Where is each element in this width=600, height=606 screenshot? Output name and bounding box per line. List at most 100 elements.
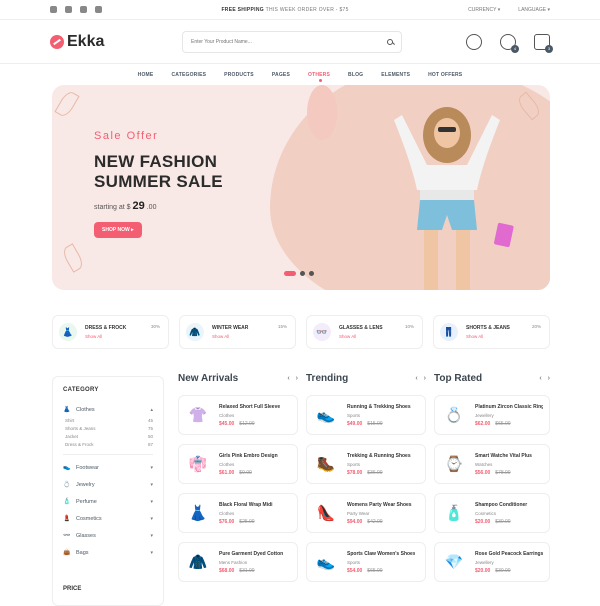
product-name[interactable]: Girls Pink Embro Design (219, 453, 287, 459)
product-card[interactable]: 💍 Platinum Zircon Classic Ring Jewellery $6… (434, 395, 550, 435)
product-old-price: $15.00 (367, 420, 383, 427)
hero-title-line2: SUMMER SALE (94, 172, 223, 191)
currency-select[interactable]: CURRENCY ▾ (468, 7, 500, 13)
chevron-down-icon[interactable]: ▾ (150, 533, 153, 539)
sidebar-item-cosmetics[interactable]: 💄 Cosmetics ▾ (63, 510, 153, 527)
category-card[interactable]: 👗 DRESS & FROCK Show All 30% (52, 315, 169, 349)
sidebar-item-footwear[interactable]: 👟 Footwear ▾ (63, 459, 153, 476)
chevron-up-icon[interactable]: ▴ (150, 407, 153, 413)
product-category: Watches (475, 461, 493, 467)
shirt-icon: 👚 (188, 407, 208, 424)
product-price: $76.00 (219, 518, 235, 525)
slider-dot[interactable] (300, 271, 305, 276)
sidebar-subitem[interactable]: Shorts & Jeans 75 (63, 426, 153, 434)
product-card[interactable]: 👠 Womens Party Wear Shoes Party Wear $94.00… (306, 493, 426, 533)
subitem-label: Shorts & Jeans (65, 426, 96, 431)
chevron-left-icon[interactable]: ‹ (415, 375, 417, 382)
language-select[interactable]: LANGUAGE ▾ (518, 7, 550, 13)
product-card[interactable]: 🧥 Pure Garment Dyed Cotton Mens Fashion $68… (178, 542, 298, 582)
twitter-icon[interactable] (65, 6, 72, 13)
nav-blog[interactable]: BLOG (348, 72, 363, 78)
jeans-icon: 👖 (440, 323, 458, 341)
sidebar-subitem[interactable]: Dress & Frock 87 (63, 442, 153, 450)
ring-icon: 💍 (63, 482, 71, 488)
product-card[interactable]: 👚 Relaxed Short Full Sleeve Clothes $45.00 $… (178, 395, 298, 435)
chevron-left-icon[interactable]: ‹ (539, 375, 541, 382)
product-name[interactable]: Relaxed Short Full Sleeve (219, 404, 287, 410)
product-category: Jewellery (475, 559, 494, 565)
category-card[interactable]: 🧥 WINTER WEAR Show All 15% (179, 315, 296, 349)
product-card[interactable]: 🧴 Shampoo Conditioner Cosmetics $20.00 $30.0… (434, 493, 550, 533)
column-title: Top Rated (434, 372, 483, 384)
search-input[interactable] (191, 38, 371, 45)
cart-icon[interactable]: 3 (534, 33, 553, 53)
product-card[interactable]: 🥾 Trekking & Running Shoes Sports $78.00 $36… (306, 444, 426, 484)
nav-others[interactable]: OTHERS (308, 72, 330, 82)
price-heading: PRICE (63, 586, 82, 592)
product-name[interactable]: Smart Watche Vital Plus (475, 453, 543, 459)
nav-hot-offers[interactable]: HOT OFFERS (428, 72, 462, 78)
slider-dot[interactable] (309, 271, 314, 276)
category-card[interactable]: 👖 SHORTS & JEANS Show All 20% (433, 315, 550, 349)
user-icon[interactable] (466, 33, 482, 50)
product-category: Sports (347, 461, 361, 467)
facebook-icon[interactable] (50, 6, 57, 13)
product-name[interactable]: Platinum Zircon Classic Ring (475, 404, 543, 410)
sidebar-item-perfume[interactable]: 🧴 Perfume ▾ (63, 493, 153, 510)
chevron-down-icon[interactable]: ▾ (150, 516, 153, 522)
product-name[interactable]: Black Floral Wrap Midi (219, 502, 287, 508)
search-icon[interactable] (387, 38, 393, 45)
product-card[interactable]: 👘 Girls Pink Embro Design Clothes $61.00 $9.… (178, 444, 298, 484)
nav-home[interactable]: HOME (138, 72, 154, 78)
product-name[interactable]: Trekking & Running Shoes (347, 453, 415, 459)
nav-elements[interactable]: ELEMENTS (381, 72, 410, 78)
sidebar-subitem[interactable]: Shirt 45 (63, 418, 153, 426)
nav-products[interactable]: PRODUCTS (224, 72, 254, 78)
category-title: SHORTS & JEANS (466, 325, 510, 331)
sidebar-item-bags[interactable]: 👜 Bags ▾ (63, 544, 153, 561)
product-card[interactable]: 👗 Black Floral Wrap Midi Clothes $76.00 $25.… (178, 493, 298, 533)
shop-now-button[interactable]: SHOP NOW ▸ (94, 222, 142, 238)
search-bar (182, 30, 402, 53)
category-show-all[interactable]: Show All (212, 334, 248, 339)
category-cards: 👗 DRESS & FROCK Show All 30% 🧥 WINTER WE… (52, 315, 550, 349)
product-name[interactable]: Running & Trekking Shoes (347, 404, 415, 410)
product-card[interactable]: ⌚ Smart Watche Vital Plus Watches $56.00 $78… (434, 444, 550, 484)
sidebar-subitem[interactable]: Jacket 50 (63, 434, 153, 442)
product-name[interactable]: Rose Gold Peacock Earrings (475, 551, 543, 557)
chevron-left-icon[interactable]: ‹ (287, 375, 289, 382)
social-links (50, 6, 102, 13)
category-show-all[interactable]: Show All (85, 334, 126, 339)
product-name[interactable]: Sports Claw Women's Shoes (347, 551, 415, 557)
chevron-right-icon[interactable]: › (424, 375, 426, 382)
nav-categories[interactable]: CATEGORIES (171, 72, 206, 78)
category-show-all[interactable]: Show All (339, 334, 383, 339)
chevron-down-icon[interactable]: ▾ (150, 499, 153, 505)
chevron-down-icon[interactable]: ▾ (150, 482, 153, 488)
product-card[interactable]: 👟 Sports Claw Women's Shoes Sports $54.00 $6… (306, 542, 426, 582)
logo[interactable]: Ekka (50, 33, 180, 51)
linkedin-icon[interactable] (95, 6, 102, 13)
product-name[interactable]: Shampoo Conditioner (475, 502, 543, 508)
product-card[interactable]: 💎 Rose Gold Peacock Earrings Jewellery $20.… (434, 542, 550, 582)
product-category: Cosmetics (475, 510, 497, 516)
instagram-icon[interactable] (80, 6, 87, 13)
chevron-down-icon[interactable]: ▾ (150, 465, 153, 471)
chevron-right-icon[interactable]: › (296, 375, 298, 382)
category-title: GLASSES & LENS (339, 325, 383, 331)
subitem-count: 87 (147, 442, 153, 447)
chevron-down-icon[interactable]: ▾ (150, 550, 153, 556)
nav-pages[interactable]: PAGES (272, 72, 290, 78)
product-name[interactable]: Pure Garment Dyed Cotton (219, 551, 287, 557)
sidebar-item-glasses[interactable]: 👓 Glasses ▾ (63, 527, 153, 544)
wishlist-icon[interactable]: 4 (500, 33, 519, 53)
slider-dot-active[interactable] (284, 271, 296, 276)
main-nav: HOME CATEGORIES PRODUCTS PAGES OTHERS BL… (0, 64, 600, 86)
product-card[interactable]: 👟 Running & Trekking Shoes Sports $49.00 $15… (306, 395, 426, 435)
sidebar-item-jewelry[interactable]: 💍 Jewelry ▾ (63, 476, 153, 493)
chevron-right-icon[interactable]: › (548, 375, 550, 382)
category-card[interactable]: 👓 GLASSES & LENS Show All 10% (306, 315, 423, 349)
sidebar-item-clothes[interactable]: 👗 Clothes ▴ (63, 401, 153, 418)
product-name[interactable]: Womens Party Wear Shoes (347, 502, 415, 508)
category-show-all[interactable]: Show All (466, 334, 510, 339)
